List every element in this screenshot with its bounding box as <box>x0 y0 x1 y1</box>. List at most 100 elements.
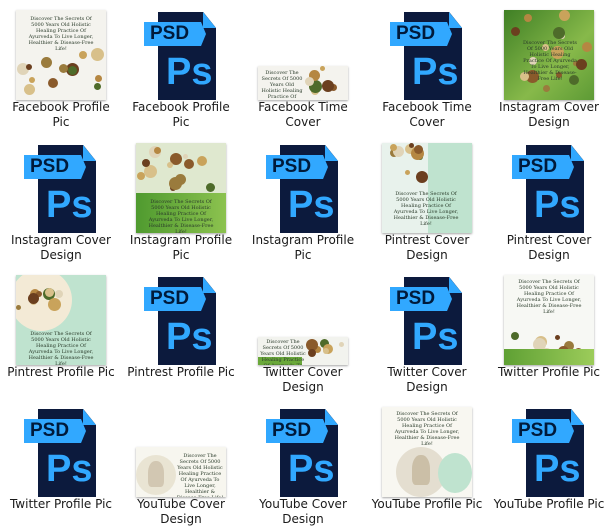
file-name-label[interactable]: Twitter Cover Design <box>368 365 486 395</box>
psd-file-icon: PSD Ps <box>144 12 218 100</box>
file-item[interactable]: Discover The Secrets Of 5000 Years Old H… <box>488 2 610 134</box>
file-name-label[interactable]: Facebook Profile Pic <box>122 100 240 130</box>
psd-badge: PSD <box>144 22 206 46</box>
ps-glyph: Ps <box>46 448 93 490</box>
file-thumbnail[interactable]: PSD Ps <box>366 4 488 100</box>
file-item[interactable]: Discover The Secrets Of 5000 Years Old H… <box>0 267 122 399</box>
image-thumbnail: Discover The Secrets Of 5000 Years Old H… <box>382 143 472 233</box>
thumb-headline: Discover The Secrets Of 5000 Years Old H… <box>148 199 214 233</box>
file-item[interactable]: Discover The Secrets Of 5000 Years Old H… <box>366 399 488 531</box>
file-thumbnail[interactable]: Discover The Secrets Of 5000 Years Old H… <box>120 401 242 497</box>
file-item[interactable]: PSD Ps Twitter Cover Design <box>366 267 488 399</box>
file-thumbnail[interactable]: PSD Ps <box>0 137 122 233</box>
file-item[interactable]: Discover The Secrets Of 5000 Years Old H… <box>0 2 122 134</box>
file-item[interactable]: PSD Ps Pintrest Profile Pic <box>120 267 242 399</box>
thumb-headline: Discover The Secrets Of 5000 Years Old H… <box>177 453 223 497</box>
file-item[interactable]: PSD Ps Instagram Cover Design <box>0 135 122 267</box>
file-item[interactable]: PSD Ps YouTube Cover Design <box>242 399 364 531</box>
image-thumbnail: Discover The Secrets Of 5000 Years Old H… <box>16 275 106 365</box>
file-name-label[interactable]: Instagram Profile Pic <box>244 233 362 263</box>
thumb-headline: Discover The Secrets Of 5000 Years Old H… <box>523 40 577 82</box>
ps-glyph: Ps <box>412 316 459 358</box>
file-name-label[interactable]: Facebook Profile Pic <box>2 100 120 130</box>
file-name-label[interactable]: Instagram Cover Design <box>2 233 120 263</box>
file-thumbnail[interactable]: PSD Ps <box>242 137 364 233</box>
psd-file-icon: PSD Ps <box>24 145 98 233</box>
file-item[interactable]: Discover The Secrets Of 5000 Years Old H… <box>242 2 364 134</box>
file-thumbnail[interactable]: PSD Ps <box>488 401 610 497</box>
image-thumbnail: Discover The Secrets Of 5000 Years Old H… <box>136 447 226 497</box>
file-item[interactable]: PSD Ps YouTube Profile Pic <box>488 399 610 531</box>
file-item[interactable]: PSD Ps Pintrest Cover Design <box>488 135 610 267</box>
file-name-label[interactable]: Pintrest Cover Design <box>368 233 486 263</box>
file-name-label[interactable]: YouTube Profile Pic <box>490 497 608 512</box>
file-name-label[interactable]: YouTube Cover Design <box>244 497 362 527</box>
file-item[interactable]: PSD Ps Facebook Time Cover <box>366 2 488 134</box>
thumb-headline: Discover The Secrets Of 5000 Years Old H… <box>260 339 306 365</box>
file-name-label[interactable]: Twitter Cover Design <box>244 365 362 395</box>
file-name-label[interactable]: YouTube Profile Pic <box>368 497 486 512</box>
file-name-label[interactable]: Instagram Profile Pic <box>122 233 240 263</box>
file-name-label[interactable]: Instagram Cover Design <box>490 100 608 130</box>
file-thumbnail[interactable]: Discover The Secrets Of 5000 Years Old H… <box>242 269 364 365</box>
thumb-headline: Discover The Secrets Of 5000 Years Old H… <box>394 411 460 447</box>
psd-file-icon: PSD Ps <box>266 409 340 497</box>
leaf-decoration <box>412 455 430 485</box>
file-item[interactable]: Discover The Secrets Of 5000 Years Old H… <box>366 135 488 267</box>
file-thumbnail[interactable]: PSD Ps <box>120 4 242 100</box>
file-name-label[interactable]: YouTube Cover Design <box>122 497 240 527</box>
file-name-label[interactable]: Twitter Profile Pic <box>2 497 120 512</box>
file-name-label[interactable]: Pintrest Profile Pic <box>2 365 120 380</box>
psd-file-icon: PSD Ps <box>390 12 464 100</box>
file-thumbnail[interactable]: Discover The Secrets Of 5000 Years Old H… <box>0 4 122 100</box>
file-thumbnail[interactable]: Discover The Secrets Of 5000 Years Old H… <box>0 269 122 365</box>
file-thumbnail[interactable]: Discover The Secrets Of 5000 Years Old H… <box>366 137 488 233</box>
file-thumbnail[interactable]: Discover The Secrets Of 5000 Years Old H… <box>242 4 364 100</box>
file-thumbnail[interactable]: PSD Ps <box>242 401 364 497</box>
image-thumbnail: Discover The Secrets Of 5000 Years Old H… <box>258 337 348 365</box>
file-grid: Discover The Secrets Of 5000 Years Old H… <box>0 0 611 531</box>
file-item[interactable]: PSD Ps Facebook Profile Pic <box>120 2 242 134</box>
leaf-decoration <box>504 349 594 365</box>
image-thumbnail: Discover The Secrets Of 5000 Years Old H… <box>136 143 226 233</box>
psd-badge: PSD <box>266 419 328 443</box>
image-thumbnail: Discover The Secrets Of 5000 Years Old H… <box>16 10 106 100</box>
file-name-label[interactable]: Facebook Time Cover <box>244 100 362 130</box>
file-thumbnail[interactable]: Discover The Secrets Of 5000 Years Old H… <box>488 4 610 100</box>
thumb-headline: Discover The Secrets Of 5000 Years Old H… <box>28 331 94 365</box>
leaf-decoration <box>438 453 472 493</box>
ps-glyph: Ps <box>534 184 581 226</box>
file-name-label[interactable]: Pintrest Profile Pic <box>122 365 240 380</box>
file-name-label[interactable]: Facebook Time Cover <box>368 100 486 130</box>
image-thumbnail: Discover The Secrets Of 5000 Years Old H… <box>258 66 348 100</box>
file-item[interactable]: Discover The Secrets Of 5000 Years Old H… <box>488 267 610 399</box>
ps-glyph: Ps <box>288 184 335 226</box>
ps-glyph: Ps <box>288 448 335 490</box>
psd-badge: PSD <box>512 419 574 443</box>
psd-file-icon: PSD Ps <box>266 145 340 233</box>
file-thumbnail[interactable]: PSD Ps <box>120 269 242 365</box>
psd-file-icon: PSD Ps <box>390 277 464 365</box>
file-item[interactable]: PSD Ps Instagram Profile Pic <box>242 135 364 267</box>
file-thumbnail[interactable]: Discover The Secrets Of 5000 Years Old H… <box>488 269 610 365</box>
image-thumbnail: Discover The Secrets Of 5000 Years Old H… <box>382 407 472 497</box>
file-thumbnail[interactable]: Discover The Secrets Of 5000 Years Old H… <box>366 401 488 497</box>
file-item[interactable]: Discover The Secrets Of 5000 Years Old H… <box>242 267 364 399</box>
psd-file-icon: PSD Ps <box>512 409 586 497</box>
ps-glyph: Ps <box>166 51 213 93</box>
psd-file-icon: PSD Ps <box>24 409 98 497</box>
file-thumbnail[interactable]: PSD Ps <box>0 401 122 497</box>
file-item[interactable]: PSD Ps Twitter Profile Pic <box>0 399 122 531</box>
file-thumbnail[interactable]: Discover The Secrets Of 5000 Years Old H… <box>120 137 242 233</box>
psd-badge: PSD <box>266 155 328 179</box>
file-item[interactable]: Discover The Secrets Of 5000 Years Old H… <box>120 135 242 267</box>
file-name-label[interactable]: Pintrest Cover Design <box>490 233 608 263</box>
file-thumbnail[interactable]: PSD Ps <box>488 137 610 233</box>
ps-glyph: Ps <box>412 51 459 93</box>
image-thumbnail: Discover The Secrets Of 5000 Years Old H… <box>504 275 594 365</box>
file-item[interactable]: Discover The Secrets Of 5000 Years Old H… <box>120 399 242 531</box>
psd-badge: PSD <box>24 419 86 443</box>
psd-file-icon: PSD Ps <box>144 277 218 365</box>
file-name-label[interactable]: Twitter Profile Pic <box>490 365 608 380</box>
file-thumbnail[interactable]: PSD Ps <box>366 269 488 365</box>
